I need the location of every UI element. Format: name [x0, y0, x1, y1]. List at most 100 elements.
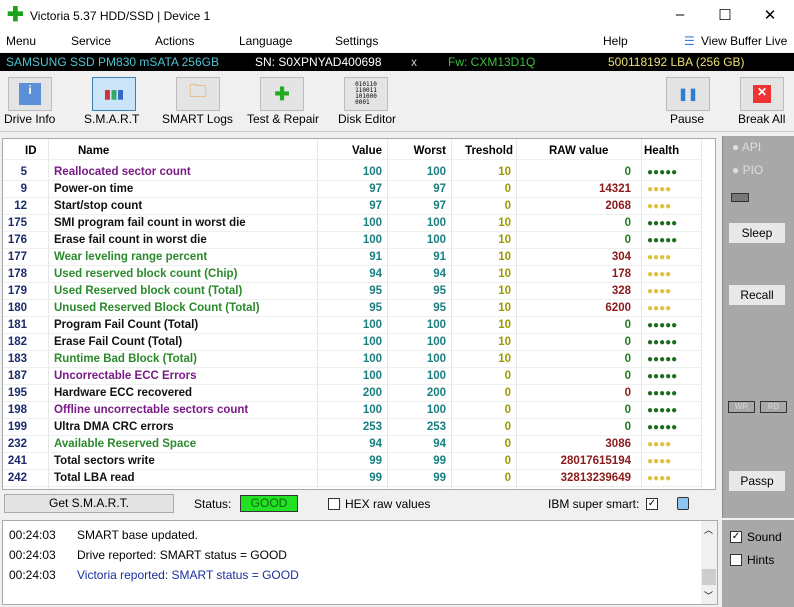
test-repair-button[interactable]: ✚ [260, 77, 304, 111]
cell-threshold: 0 [504, 404, 511, 416]
menu-language[interactable]: Language [239, 34, 292, 48]
log-scrollbar[interactable]: ︿ ﹀ [701, 521, 717, 604]
cell-raw: 0 [624, 353, 631, 365]
table-row[interactable]: 5 Reallocated sector count 100 100 10 0 ●●●●● [3, 164, 703, 181]
scroll-down-icon[interactable]: ﹀ [704, 589, 713, 602]
pause-button[interactable]: ❚❚ [666, 77, 710, 111]
health-dots-indicator: ●●●● [647, 252, 672, 263]
cell-name: Total LBA read [54, 472, 135, 484]
cell-threshold: 10 [498, 285, 511, 297]
passp-button[interactable]: Passp [729, 471, 785, 491]
cell-name: Power-on time [54, 183, 134, 195]
device-model[interactable]: SAMSUNG SSD PM830 mSATA 256GB [6, 55, 219, 69]
menu-menu[interactable]: Menu [6, 34, 36, 48]
health-dots-indicator: ●●●●● [647, 337, 678, 348]
cell-value: 99 [369, 455, 382, 467]
get-smart-button[interactable]: Get S.M.A.R.T. [4, 494, 174, 513]
view-buffer-live[interactable]: View Buffer Live [701, 34, 787, 48]
table-row[interactable]: 183 Runtime Bad Block (Total) 100 100 10 0 ●●●… [3, 351, 703, 368]
pio-radio[interactable]: ● PIO [732, 163, 763, 177]
table-row[interactable]: 181 Program Fail Count (Total) 100 100 10 0 ●●… [3, 317, 703, 334]
device-close-x[interactable]: x [411, 55, 417, 69]
drive-info-button[interactable]: i [8, 77, 52, 111]
cell-id: 181 [7, 319, 27, 331]
cell-name: Runtime Bad Block (Total) [54, 353, 197, 365]
right-panel: ● API ● PIO Sleep Recall WR RD Passp [722, 136, 794, 518]
maximize-button[interactable]: ☐ [710, 6, 740, 24]
minimize-button[interactable]: – [665, 6, 695, 23]
cell-name: Hardware ECC recovered [54, 387, 193, 399]
cell-raw: 0 [624, 387, 631, 399]
cell-value: 100 [362, 370, 382, 382]
table-row[interactable]: 179 Used Reserved block count (Total) 95 95… [3, 283, 703, 300]
table-row[interactable]: 182 Erase Fail Count (Total) 100 100 10 0 ●●●●… [3, 334, 703, 351]
hints-checkbox[interactable] [730, 554, 742, 566]
sleep-button[interactable]: Sleep [729, 223, 785, 243]
cell-worst: 99 [433, 472, 446, 484]
table-row[interactable]: 177 Wear leveling range percent 91 91 10 304 ●… [3, 249, 703, 266]
header-raw[interactable]: RAW value [549, 145, 608, 157]
table-row[interactable]: 9 Power-on time 97 97 0 14321 ●●●● [3, 181, 703, 198]
smart-label: S.M.A.R.T [84, 112, 140, 126]
device-bar: SAMSUNG SSD PM830 mSATA 256GB SN: S0XPNY… [0, 53, 794, 71]
health-dots-indicator: ●●●● [647, 439, 672, 450]
close-button[interactable]: ✕ [755, 6, 785, 24]
drive-info-label: Drive Info [4, 112, 56, 126]
table-row[interactable]: 241 Total sectors write 99 99 0 28017615194 ●●… [3, 453, 703, 470]
api-radio[interactable]: ● API [732, 140, 761, 154]
header-value[interactable]: Value [352, 145, 382, 157]
smart-logs-label: SMART Logs [162, 112, 233, 126]
scroll-up-icon[interactable]: ︿ [704, 523, 713, 536]
health-dots-indicator: ●●●● [647, 456, 672, 467]
cell-threshold: 0 [504, 387, 511, 399]
cell-name: Available Reserved Space [54, 438, 197, 450]
cell-name: SMI program fail count in worst die [54, 217, 246, 229]
menu-settings[interactable]: Settings [335, 34, 378, 48]
break-all-button[interactable]: ✕ [740, 77, 784, 111]
scroll-thumb[interactable] [702, 569, 716, 585]
ibm-checkbox[interactable]: ✓ [646, 498, 658, 510]
table-row[interactable]: 195 Hardware ECC recovered 200 200 0 0 ●●●●● [3, 385, 703, 402]
menu-help[interactable]: Help [603, 34, 628, 48]
header-threshold[interactable]: Treshold [465, 145, 513, 157]
table-row[interactable]: 180 Unused Reserved Block Count (Total) 95… [3, 300, 703, 317]
health-dots-indicator: ●●●● [647, 201, 672, 212]
recall-button[interactable]: Recall [729, 285, 785, 305]
table-row[interactable]: 12 Start/stop count 97 97 0 2068 ●●●● [3, 198, 703, 215]
smart-button[interactable]: ▮▮▮ [92, 77, 136, 111]
disk-editor-label: Disk Editor [338, 112, 397, 126]
smart-logs-button[interactable]: 🗀 [176, 77, 220, 111]
table-row[interactable]: 178 Used reserved block count (Chip) 94 94 1… [3, 266, 703, 283]
menu-actions[interactable]: Actions [155, 34, 194, 48]
table-row[interactable]: 187 Uncorrectable ECC Errors 100 100 0 0 ●●●●● [3, 368, 703, 385]
table-row[interactable]: 175 SMI program fail count in worst die 10… [3, 215, 703, 232]
sound-checkbox[interactable]: ✓ [730, 531, 742, 543]
cell-worst: 200 [426, 387, 446, 399]
table-row[interactable]: 242 Total LBA read 99 99 0 32813239649 ●●●● [3, 470, 703, 487]
disk-editor-button[interactable]: 010110 110011 101000 0001 [344, 77, 388, 111]
header-id[interactable]: ID [25, 145, 37, 157]
menu-service[interactable]: Service [71, 34, 111, 48]
cell-raw: 178 [611, 268, 631, 280]
health-dots-indicator: ●●●● [647, 473, 672, 484]
title-bar: ✚ Victoria 5.37 HDD/SSD | Device 1 – ☐ ✕ [0, 0, 794, 32]
cell-threshold: 10 [498, 217, 511, 229]
cell-id: 178 [7, 268, 27, 280]
table-row[interactable]: 199 Ultra DMA CRC errors 253 253 0 0 ●●●●● [3, 419, 703, 436]
cell-worst: 97 [433, 183, 446, 195]
cell-threshold: 0 [504, 183, 511, 195]
cell-value: 95 [369, 285, 382, 297]
header-health[interactable]: Health [644, 145, 679, 157]
wr-button[interactable]: WR [728, 401, 755, 413]
header-name[interactable]: Name [78, 145, 109, 157]
device-lba: 500118192 LBA (256 GB) [608, 55, 745, 69]
header-worst[interactable]: Worst [414, 145, 446, 157]
color-indicator[interactable] [677, 497, 689, 510]
cell-worst: 99 [433, 455, 446, 467]
hex-checkbox[interactable] [328, 498, 340, 510]
rd-button[interactable]: RD [760, 401, 787, 413]
cell-value: 100 [362, 166, 382, 178]
table-row[interactable]: 176 Erase fail count in worst die 100 100 10… [3, 232, 703, 249]
table-row[interactable]: 198 Offline uncorrectable sectors count 10… [3, 402, 703, 419]
table-row[interactable]: 232 Available Reserved Space 94 94 0 3086 ●●●● [3, 436, 703, 453]
